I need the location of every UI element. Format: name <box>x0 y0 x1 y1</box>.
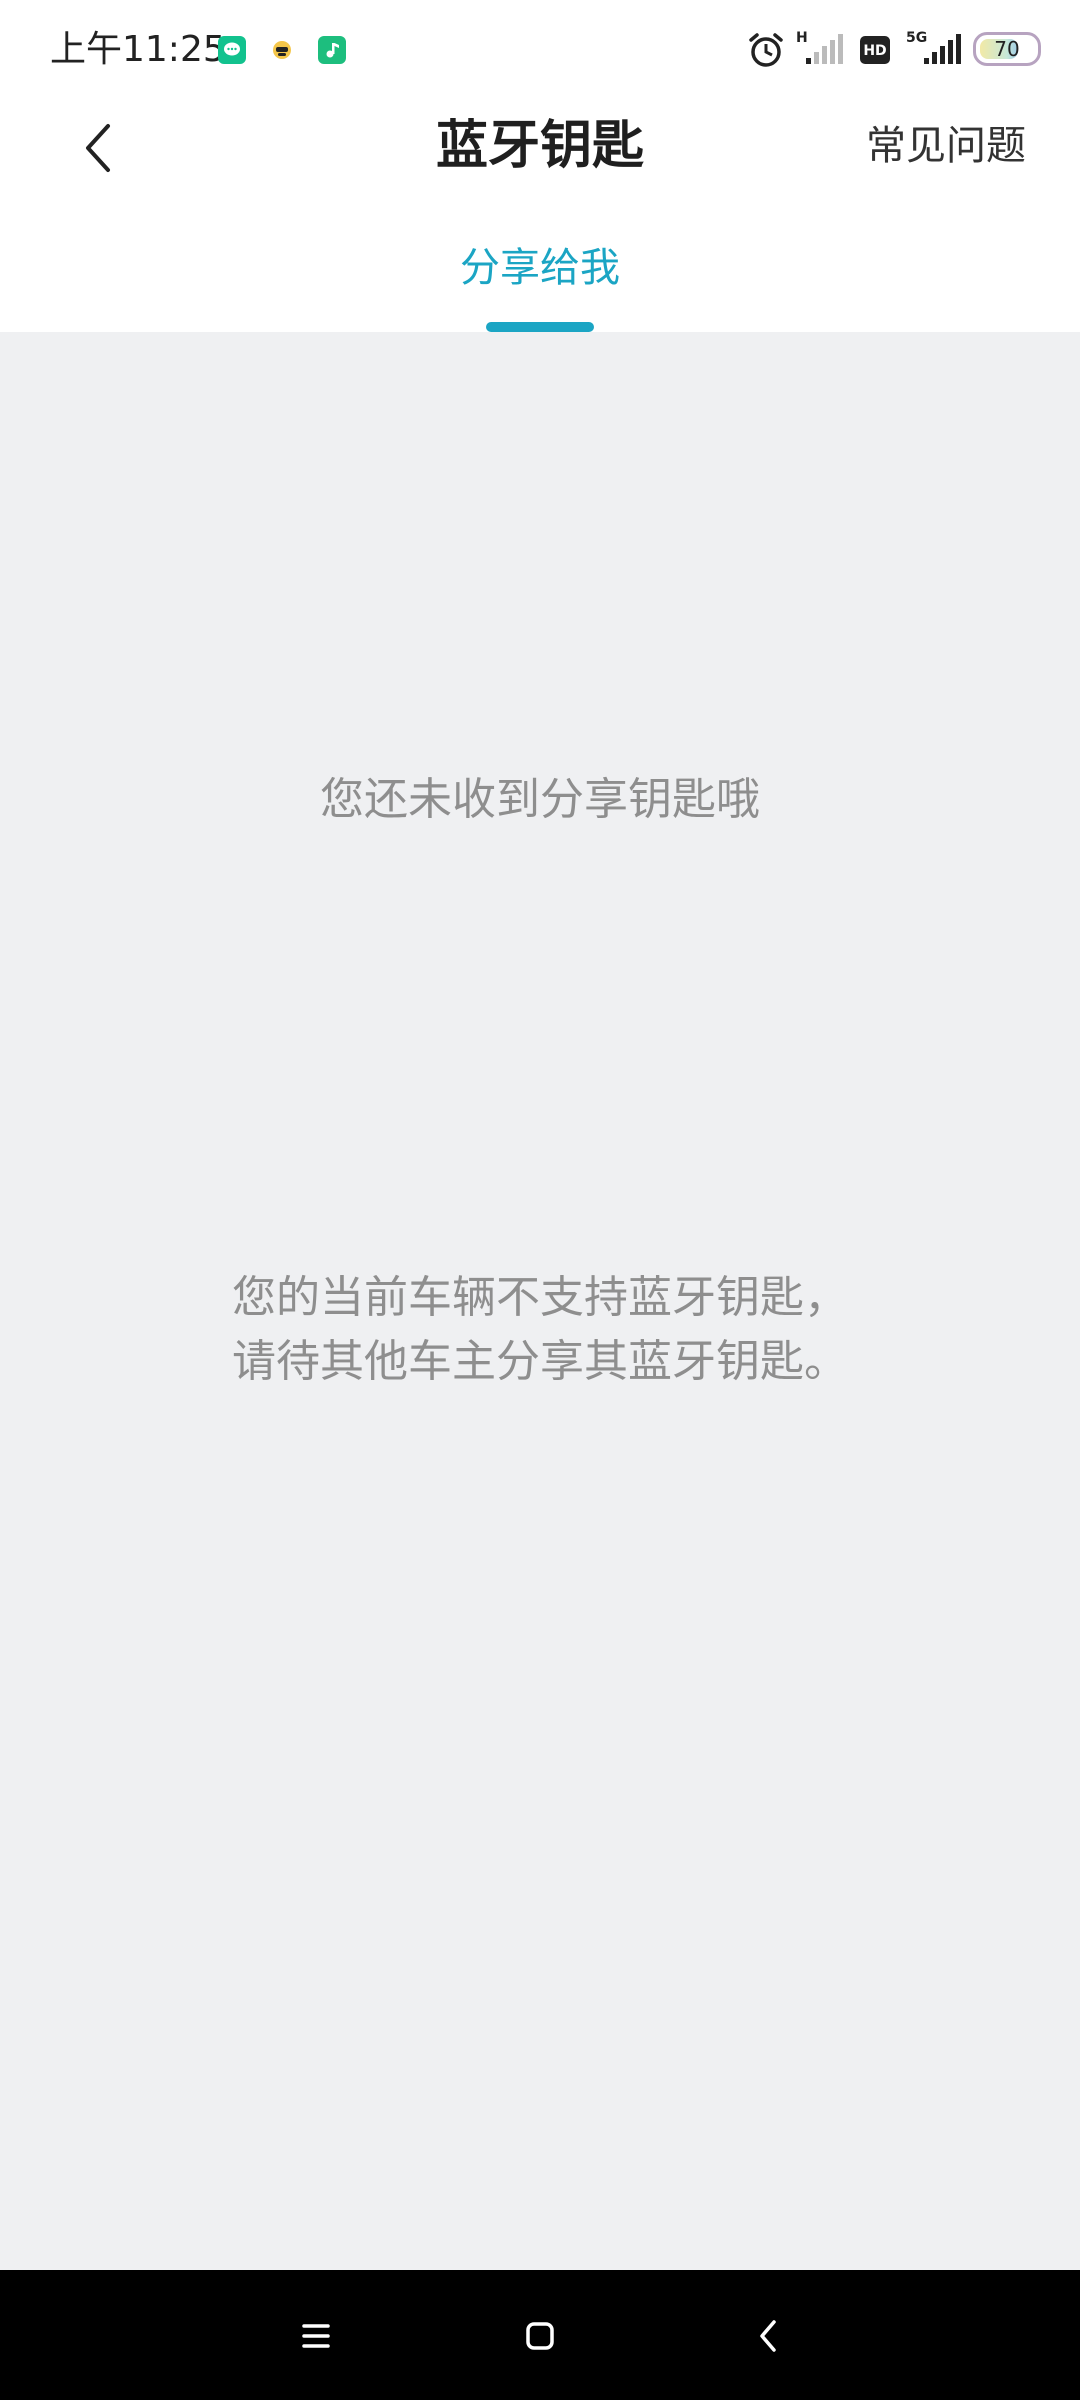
signal-icon-2: 5G <box>904 28 964 72</box>
menu-button[interactable] <box>288 2308 344 2364</box>
support-note-line-1: 您的当前车辆不支持蓝牙钥匙， <box>232 1272 848 1323</box>
system-nav-bar <box>0 2270 1080 2400</box>
status-bar: 上午11:25 H HD 5G 70 <box>0 0 1080 100</box>
nav-back-button[interactable] <box>740 2308 796 2364</box>
support-note-line-2: 请待其他车主分享其蓝牙钥匙。 <box>232 1336 848 1387</box>
home-icon <box>526 2322 554 2350</box>
home-button[interactable] <box>512 2308 568 2364</box>
battery-icon: 70 <box>973 32 1041 66</box>
battery-level: 70 <box>994 37 1020 61</box>
vehicle-support-note: 您的当前车辆不支持蓝牙钥匙， 请待其他车主分享其蓝牙钥匙。 <box>0 1266 1080 1394</box>
tab-shared-to-me[interactable]: 分享给我 <box>0 240 1080 296</box>
message-app-icon <box>218 36 246 64</box>
hd-badge-icon: HD <box>860 36 890 68</box>
svg-text:5G: 5G <box>906 30 927 46</box>
svg-text:H: H <box>796 30 808 46</box>
back-icon <box>760 2320 776 2352</box>
tab-indicator <box>486 322 594 332</box>
faq-link[interactable]: 常见问题 <box>866 118 1026 174</box>
music-app-icon <box>318 36 346 64</box>
empty-state-message: 您还未收到分享钥匙哦 <box>320 774 760 825</box>
status-time: 上午11:25 <box>50 29 226 70</box>
svg-text:HD: HD <box>863 43 886 59</box>
alarm-icon <box>746 30 786 74</box>
menu-icon <box>302 2324 330 2348</box>
mask-app-icon <box>268 36 296 64</box>
signal-icon-1: H <box>796 28 846 72</box>
